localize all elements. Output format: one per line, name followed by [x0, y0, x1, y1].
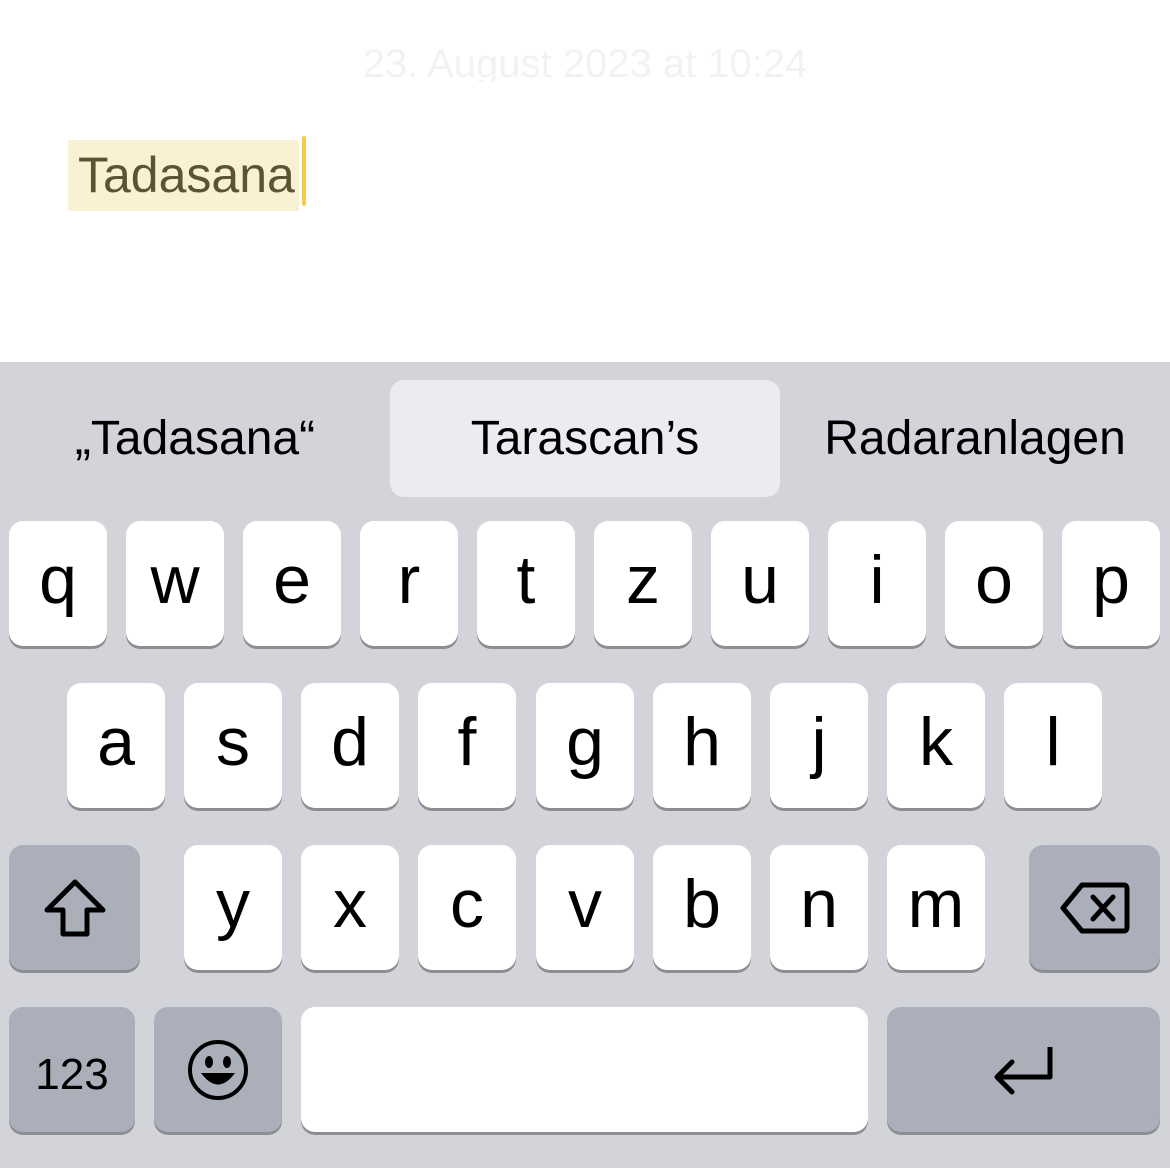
note-area[interactable]: 23. August 2023 at 10:24 Tadasana — [0, 0, 1170, 362]
shift-key[interactable] — [9, 845, 140, 970]
emoji-key[interactable] — [154, 1007, 282, 1132]
key-d[interactable]: d — [301, 683, 399, 808]
note-text-selected[interactable]: Tadasana — [68, 140, 299, 211]
key-l[interactable]: l — [1004, 683, 1102, 808]
suggestion-third[interactable]: Radaranlagen — [780, 380, 1170, 497]
key-g[interactable]: g — [536, 683, 634, 808]
suggestion-quoted[interactable]: „Tadasana“ — [0, 380, 390, 497]
note-date: 23. August 2023 at 10:24 — [362, 42, 808, 82]
key-y[interactable]: y — [184, 845, 282, 970]
key-c[interactable]: c — [418, 845, 516, 970]
delete-icon — [1060, 882, 1129, 933]
suggestion-selected[interactable]: Tarascan’s — [390, 380, 780, 497]
numbers-key-label: 123 — [35, 1050, 109, 1099]
key-r[interactable]: r — [360, 521, 458, 646]
key-u[interactable]: u — [711, 521, 809, 646]
key-t[interactable]: t — [477, 521, 575, 646]
key-z[interactable]: z — [594, 521, 692, 646]
key-w[interactable]: w — [126, 521, 224, 646]
key-q[interactable]: q — [9, 521, 107, 646]
text-cursor — [302, 136, 306, 206]
key-m[interactable]: m — [887, 845, 985, 970]
key-e[interactable]: e — [243, 521, 341, 646]
space-key[interactable] — [301, 1007, 868, 1132]
key-s[interactable]: s — [184, 683, 282, 808]
key-x[interactable]: x — [301, 845, 399, 970]
shift-icon — [44, 879, 105, 936]
return-icon — [994, 1046, 1052, 1094]
key-p[interactable]: p — [1062, 521, 1160, 646]
key-o[interactable]: o — [945, 521, 1043, 646]
delete-key[interactable] — [1029, 845, 1160, 970]
key-b[interactable]: b — [653, 845, 751, 970]
keyboard: „Tadasana“ Tarascan’s Radaranlagen q w e… — [0, 362, 1170, 1168]
key-h[interactable]: h — [653, 683, 751, 808]
key-j[interactable]: j — [770, 683, 868, 808]
key-n[interactable]: n — [770, 845, 868, 970]
key-v[interactable]: v — [536, 845, 634, 970]
emoji-icon — [188, 1039, 248, 1100]
key-i[interactable]: i — [828, 521, 926, 646]
key-f[interactable]: f — [418, 683, 516, 808]
return-key[interactable] — [887, 1007, 1160, 1132]
key-k[interactable]: k — [887, 683, 985, 808]
key-a[interactable]: a — [67, 683, 165, 808]
numbers-key[interactable]: 123 — [9, 1007, 135, 1132]
